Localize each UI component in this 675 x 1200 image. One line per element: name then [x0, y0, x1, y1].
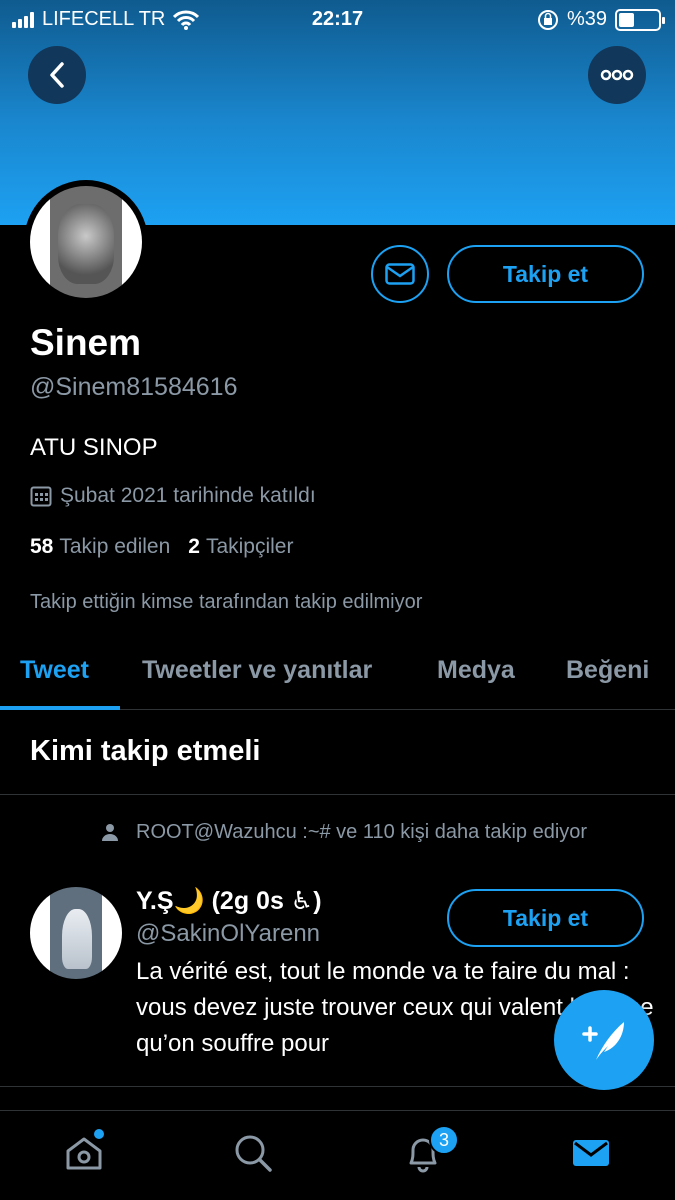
follow-counts: 58 Takip edilen 2 Takipçiler — [30, 535, 293, 559]
suggested-user-name[interactable]: Y.Ş🌙 (2g 0s ♿) — [136, 886, 322, 916]
tab-tweets-and-replies[interactable]: Tweetler ve yanıtlar — [142, 656, 372, 685]
search-icon — [235, 1135, 272, 1172]
followers-count: 2 — [188, 535, 200, 558]
calendar-icon — [30, 486, 52, 507]
bottom-tab-bar: 3 — [0, 1110, 675, 1200]
compose-feather-icon — [582, 1022, 624, 1060]
more-options-button[interactable] — [588, 46, 646, 104]
tab-likes[interactable]: Beğeni — [566, 656, 649, 685]
active-tab-indicator — [0, 706, 120, 710]
message-button[interactable] — [371, 245, 429, 303]
orientation-lock-icon — [537, 9, 558, 30]
followers-label: Takipçiler — [205, 535, 294, 558]
profile-name: Sinem — [30, 322, 142, 363]
joined-date-text: Şubat 2021 tarihinde katıldı — [60, 484, 316, 507]
home-tab[interactable] — [64, 1129, 104, 1178]
profile-bio: ATU SINOP — [30, 434, 158, 461]
status-bar: LIFECELL TR 22:17 %39 — [0, 0, 675, 40]
home-new-dot — [94, 1129, 104, 1139]
following-count: 58 — [30, 535, 54, 558]
not-followed-note: Takip ettiğin kimse tarafından takip edi… — [30, 591, 423, 613]
suggested-user-avatar[interactable] — [30, 887, 122, 979]
search-tab[interactable] — [233, 1133, 273, 1178]
battery-percent: %39 — [566, 8, 607, 30]
joined-date: Şubat 2021 tarihinde katıldı — [30, 484, 316, 508]
back-button[interactable] — [28, 46, 86, 104]
home-icon — [66, 1137, 102, 1170]
notifications-tab[interactable]: 3 — [403, 1125, 459, 1178]
who-to-follow-title: Kimi takip etmeli — [30, 735, 261, 767]
suggested-follow-button[interactable]: Takip et — [447, 889, 644, 947]
compose-tweet-button[interactable] — [554, 990, 654, 1090]
notifications-badge: 3 — [429, 1125, 459, 1155]
following-link[interactable]: 58 Takip edilen — [30, 535, 170, 559]
followers-link[interactable]: 2 Takipçiler — [188, 535, 293, 559]
battery-icon — [615, 8, 665, 31]
tab-tweet[interactable]: Tweet — [20, 656, 89, 685]
person-icon — [102, 824, 118, 841]
suggested-user-handle: @SakinOlYarenn — [136, 920, 321, 947]
follow-button[interactable]: Takip et — [447, 245, 644, 303]
profile-avatar[interactable] — [24, 180, 148, 304]
social-context: ROOT@Wazuhcu :~# ve 110 kişi daha takip … — [136, 821, 588, 843]
messages-tab[interactable] — [571, 1133, 611, 1178]
back-arrow-icon — [50, 62, 64, 88]
divider — [0, 1086, 675, 1087]
profile-tabs: Tweet Tweetler ve yanıtlar Medya Beğeni — [0, 640, 675, 710]
divider — [0, 794, 675, 795]
envelope-icon — [385, 263, 415, 285]
messages-icon — [573, 1140, 609, 1166]
profile-handle: @Sinem81584616 — [30, 373, 238, 401]
tab-media[interactable]: Medya — [437, 656, 515, 685]
following-label: Takip edilen — [59, 535, 171, 558]
more-options-icon — [600, 69, 634, 81]
